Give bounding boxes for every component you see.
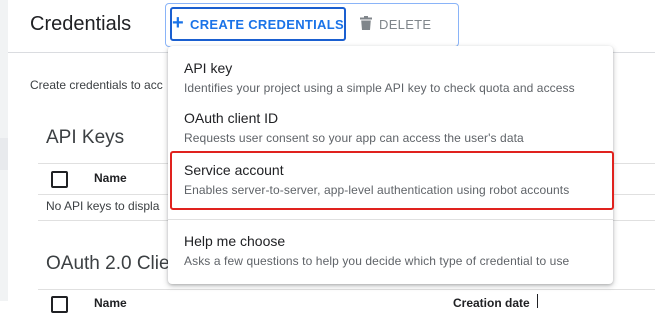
menu-item-title: OAuth client ID [184,110,279,126]
sort-arrow-icon[interactable] [537,294,538,308]
delete-button[interactable]: DELETE [360,10,431,38]
page-title: Credentials [30,13,132,35]
api-keys-title: API Keys [46,127,125,148]
oauth-table-header: Name Creation date [38,289,655,313]
create-credentials-button[interactable]: + CREATE CREDENTIALS [170,7,346,41]
menu-item-api-key[interactable]: API key Identifies your project using a … [168,54,613,100]
create-credentials-label: CREATE CREDENTIALS [190,16,344,32]
select-all-checkbox[interactable] [51,171,68,188]
menu-item-title: Help me choose [184,233,286,249]
menu-item-description: Enables server-to-server, app-level auth… [184,183,570,197]
menu-item-title: API key [184,60,233,76]
delete-label: DELETE [379,16,432,32]
menu-item-oauth-client-id[interactable]: OAuth client ID Requests user consent so… [168,104,613,150]
menu-item-description: Identifies your project using a simple A… [184,81,575,95]
plus-icon: + [172,12,185,34]
intro-text: Create credentials to acc [30,78,163,92]
select-all-checkbox[interactable] [51,296,68,313]
menu-divider [168,219,613,220]
menu-item-description: Asks a few questions to help you decide … [184,254,570,268]
api-keys-empty-message: No API keys to displa [46,199,160,213]
trash-icon [360,15,372,33]
create-credentials-menu: API key Identifies your project using a … [168,46,613,284]
menu-item-description: Requests user consent so your app can ac… [184,131,524,145]
menu-item-help-me-choose[interactable]: Help me choose Asks a few questions to h… [168,224,613,276]
col-name-header[interactable]: Name [94,296,127,310]
menu-item-service-account[interactable]: Service account Enables server-to-server… [168,151,613,211]
left-nav-active-mark [0,138,8,170]
col-name-header[interactable]: Name [94,171,127,185]
menu-item-title: Service account [184,162,284,178]
oauth-clients-title: OAuth 2.0 Clie [46,253,170,274]
col-creation-date-header[interactable]: Creation date [453,296,530,310]
